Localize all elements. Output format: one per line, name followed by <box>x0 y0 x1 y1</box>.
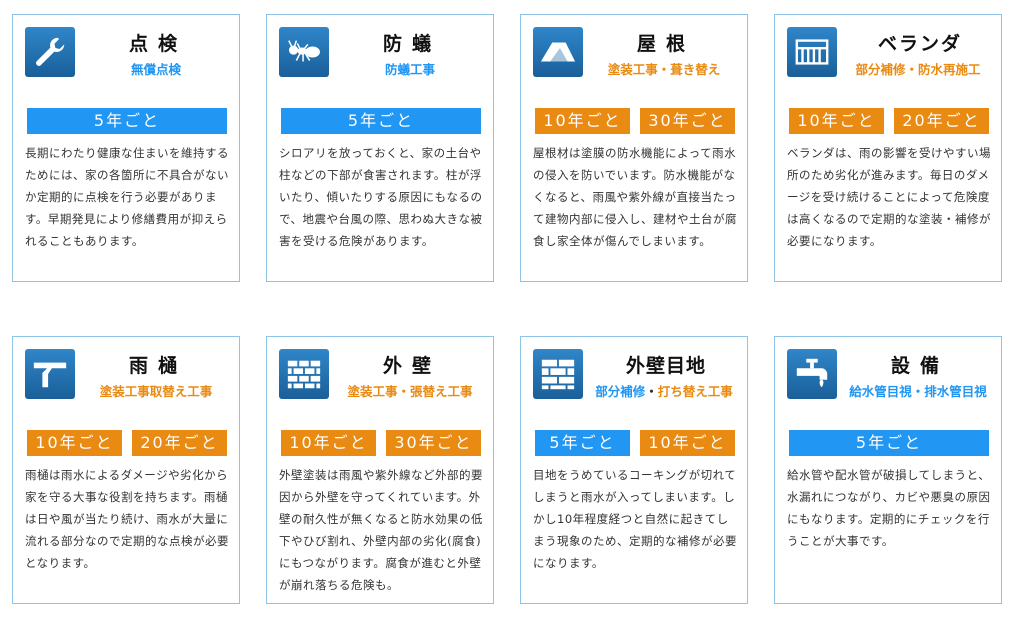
interval-badge: 10年ごと <box>640 430 735 456</box>
card-equipment: 設備 給水管目視・排水管目視 5年ごと 給水管や配水管が破損してしまうと、水漏れ… <box>774 336 1002 604</box>
card-subtitle: 防蟻工事 <box>384 62 435 77</box>
card-exterior-wall: 外壁 塗装工事・張替え工事 10年ごと 30年ごと 外壁塗装は雨風や紫外線など外… <box>266 336 494 604</box>
card-termite: 防蟻 防蟻工事 5年ごと シロアリを放っておくと、家の土台や柱などの下部が食害さ… <box>266 14 494 282</box>
card-title: ベランダ <box>877 33 962 55</box>
card-title: 屋根 <box>636 33 695 55</box>
brick-wall-icon <box>279 349 329 399</box>
card-subtitle: 塗装工事・張替え工事 <box>347 384 473 399</box>
card-description: ベランダは、雨の影響を受けやすい場所のため劣化が進みます。毎日のダメージを受け続… <box>787 146 991 248</box>
card-description: 目地をうめているコーキングが切れてしまうと雨水が入ってしまいます。しかし10年程… <box>533 468 737 570</box>
interval-badge: 10年ごと <box>789 108 884 134</box>
card-title: 外壁 <box>382 355 441 377</box>
interval-badge: 30年ごと <box>640 108 735 134</box>
card-description: シロアリを放っておくと、家の土台や柱などの下部が食害されます。柱が浮いたり、傾い… <box>279 146 483 248</box>
balcony-icon <box>787 27 837 77</box>
interval-badge: 20年ごと <box>132 430 227 456</box>
card-subtitle: 塗装工事取替え工事 <box>99 384 213 399</box>
wall-joint-icon <box>533 349 583 399</box>
interval-badges: 5年ごと 10年ごと <box>535 430 735 456</box>
interval-badge: 5年ごと <box>535 430 630 456</box>
interval-badges: 10年ごと 30年ごと <box>281 430 481 456</box>
card-title: 外壁目地 <box>625 355 706 377</box>
roof-icon <box>533 27 583 77</box>
gutter-icon <box>25 349 75 399</box>
interval-badge: 10年ごと <box>27 430 122 456</box>
interval-badge: 5年ごと <box>789 430 989 456</box>
card-description: 外壁塗装は雨風や紫外線など外部的要因から外壁を守ってくれています。外壁の耐久性が… <box>279 468 483 592</box>
card-balcony: ベランダ 部分補修・防水再施工 10年ごと 20年ごと ベランダは、雨の影響を受… <box>774 14 1002 282</box>
interval-badge: 10年ごと <box>281 430 376 456</box>
interval-badge: 5年ごと <box>27 108 227 134</box>
card-title: 雨樋 <box>128 355 187 377</box>
card-subtitle: 無償点検 <box>130 62 181 77</box>
card-roof: 屋根 塗装工事・葺き替え 10年ごと 30年ごと 屋根材は塗膜の防水機能によって… <box>520 14 748 282</box>
card-title: 防蟻 <box>382 33 441 55</box>
interval-badge: 20年ごと <box>894 108 989 134</box>
card-gutter: 雨樋 塗装工事取替え工事 10年ごと 20年ごと 雨樋は雨水によるダメージや劣化… <box>12 336 240 604</box>
card-inspection: 点検 無償点検 5年ごと 長期にわたり健康な住まいを維持するためには、家の各箇所… <box>12 14 240 282</box>
card-wall-joint: 外壁目地 部分補修・打ち替え工事 5年ごと 10年ごと 目地をうめているコーキン… <box>520 336 748 604</box>
card-description: 雨樋は雨水によるダメージや劣化から家を守る大事な役割を持ちます。雨樋は日や風が当… <box>25 468 229 570</box>
interval-badge: 10年ごと <box>535 108 630 134</box>
card-title: 点検 <box>128 33 187 55</box>
faucet-icon <box>787 349 837 399</box>
wrench-icon <box>25 27 75 77</box>
interval-badges: 5年ごと <box>27 108 227 134</box>
card-title: 設備 <box>890 355 949 377</box>
card-subtitle: 給水管目視・排水管目視 <box>849 384 987 399</box>
interval-badges: 10年ごと 30年ごと <box>535 108 735 134</box>
interval-badges: 5年ごと <box>281 108 481 134</box>
ant-icon <box>279 27 329 77</box>
interval-badges: 10年ごと 20年ごと <box>789 108 989 134</box>
card-description: 長期にわたり健康な住まいを維持するためには、家の各箇所に不具合がないか定期的に点… <box>25 146 229 248</box>
interval-badges: 10年ごと 20年ごと <box>27 430 227 456</box>
interval-badge: 5年ごと <box>281 108 481 134</box>
card-subtitle: 塗装工事・葺き替え <box>607 62 721 77</box>
interval-badge: 30年ごと <box>386 430 481 456</box>
interval-badges: 5年ごと <box>789 430 989 456</box>
card-description: 屋根材は塗膜の防水機能によって雨水の侵入を防いでいます。防水機能がなくなると、雨… <box>533 146 737 248</box>
card-subtitle: 部分補修・打ち替え工事 <box>595 384 733 399</box>
card-description: 給水管や配水管が破損してしまうと、水漏れにつながり、カビや悪臭の原因にもなります… <box>787 468 991 548</box>
card-subtitle: 部分補修・防水再施工 <box>855 62 981 77</box>
